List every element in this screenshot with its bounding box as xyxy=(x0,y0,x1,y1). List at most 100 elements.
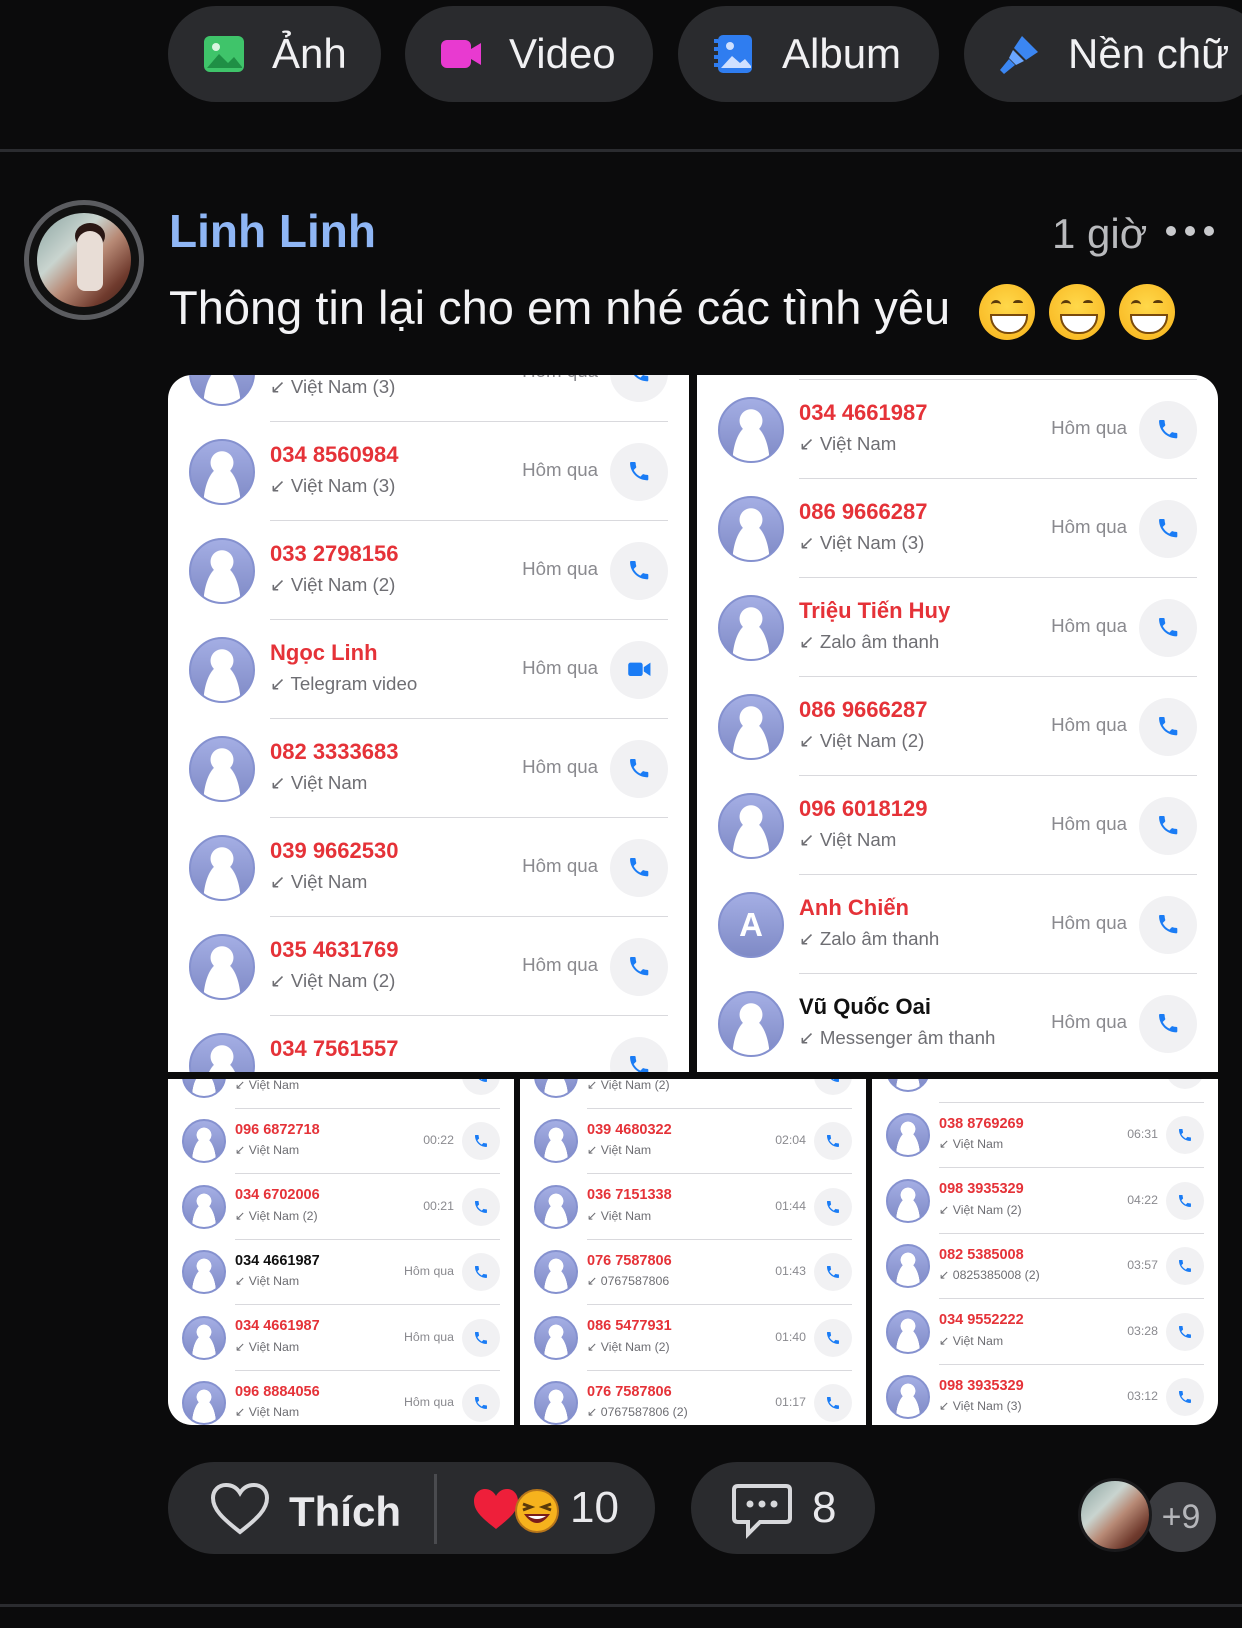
call-log-row[interactable]: 076 7587806 ↙ 0767587806 01:43 xyxy=(520,1240,866,1305)
call-log-screenshot-4[interactable]: ↙ Việt Nam (2) 039 4680322 ↙ Việt Nam 02:04… xyxy=(520,1079,866,1425)
phone-call-button[interactable] xyxy=(462,1384,500,1423)
phone-call-button[interactable] xyxy=(610,1036,668,1072)
call-log-row[interactable] xyxy=(872,1079,1218,1103)
call-detail: ↙ Việt Nam xyxy=(939,1137,1004,1152)
caller-name: 096 6872718 xyxy=(235,1121,320,1138)
call-time: Hôm qua xyxy=(1051,516,1127,538)
more-viewers-badge[interactable]: +9 xyxy=(1146,1482,1216,1552)
phone-icon xyxy=(1179,1391,1191,1404)
phone-call-button[interactable] xyxy=(814,1187,852,1226)
reaction-count[interactable]: 10 xyxy=(570,1483,619,1533)
call-log-row[interactable]: Ngọc Linh ↙ Telegram video Hôm qua xyxy=(168,620,689,719)
phone-call-button[interactable] xyxy=(814,1122,852,1161)
call-log-row[interactable]: 086 9666287 ↙ Việt Nam (3) Hôm qua xyxy=(697,479,1218,578)
call-log-screenshot-1[interactable]: 098 7788121↙ Việt Nam (3)Hôm qua034 8560… xyxy=(168,375,689,1072)
phone-call-button[interactable] xyxy=(610,375,668,402)
photo-chip[interactable]: Ảnh xyxy=(168,6,381,102)
phone-call-button[interactable] xyxy=(814,1318,852,1357)
call-log-row[interactable]: 039 9662530 ↙ Việt Nam Hôm qua xyxy=(168,818,689,917)
caller-name: 039 9662530 xyxy=(270,837,399,863)
contact-avatar xyxy=(534,1250,578,1295)
call-log-row[interactable]: 034 7561557 xyxy=(168,1016,689,1072)
phone-call-button[interactable] xyxy=(462,1318,500,1357)
phone-icon xyxy=(479,1079,487,1082)
phone-call-button[interactable] xyxy=(610,442,668,501)
author-avatar[interactable] xyxy=(24,200,144,320)
call-log-row[interactable]: Triệu Tiến Huy ↙ Zalo âm thanh Hôm qua xyxy=(697,578,1218,677)
call-log-screenshot-2[interactable]: ↙ Việt Nam034 4661987↙ Việt NamHôm qua08… xyxy=(697,375,1218,1072)
phone-call-button[interactable] xyxy=(1139,895,1197,954)
album-chip[interactable]: Album xyxy=(678,6,939,102)
caller-name: 034 7561557 xyxy=(270,1035,399,1061)
call-log-row[interactable]: 033 2798156 ↙ Việt Nam (2) Hôm qua xyxy=(168,521,689,620)
phone-call-button[interactable] xyxy=(1139,598,1197,657)
text-background-chip[interactable]: Nền chữ xyxy=(964,6,1242,102)
phone-call-button[interactable] xyxy=(814,1079,852,1095)
comment-count[interactable]: 8 xyxy=(812,1483,836,1533)
phone-call-button[interactable] xyxy=(814,1384,852,1423)
call-log-row[interactable]: 034 4661987 ↙ Việt Nam Hôm qua xyxy=(697,380,1218,479)
call-time: Hôm qua xyxy=(522,375,598,382)
call-log-row[interactable]: 096 8884056 ↙ Việt Nam Hôm qua xyxy=(168,1371,514,1425)
phone-call-button[interactable] xyxy=(610,541,668,600)
heart-outline-icon[interactable] xyxy=(210,1482,270,1536)
call-log-row[interactable]: Vũ Quốc Oai ↙ Messenger âm thanh Hôm qua xyxy=(697,974,1218,1072)
call-log-row[interactable]: 098 3935329 ↙ Việt Nam (3) 03:12 xyxy=(872,1365,1218,1426)
video-chip[interactable]: Video xyxy=(405,6,653,102)
call-log-row[interactable]: 034 4661987 ↙ Việt Nam Hôm qua xyxy=(168,1240,514,1305)
phone-call-button[interactable] xyxy=(1166,1116,1204,1155)
phone-call-button[interactable] xyxy=(1166,1181,1204,1220)
phone-call-button[interactable] xyxy=(1166,1312,1204,1351)
phone-call-button[interactable] xyxy=(1139,499,1197,558)
phone-call-button[interactable] xyxy=(462,1122,500,1161)
call-log-row[interactable]: ↙ Việt Nam xyxy=(168,1079,514,1109)
call-log-row[interactable]: 086 5477931 ↙ Việt Nam (2) 01:40 xyxy=(520,1305,866,1371)
phone-call-button[interactable] xyxy=(1166,1378,1204,1417)
call-log-row[interactable]: 076 7587806 ↙ 0767587806 (2) 01:17 xyxy=(520,1371,866,1425)
call-log-row[interactable]: 039 4680322 ↙ Việt Nam 02:04 xyxy=(520,1109,866,1174)
more-options-icon[interactable] xyxy=(1166,226,1214,236)
like-button-label[interactable]: Thích xyxy=(289,1488,401,1536)
call-log-row[interactable]: 036 7151338 ↙ Việt Nam 01:44 xyxy=(520,1174,866,1240)
grinning-face-icon xyxy=(1119,283,1176,340)
call-log-row[interactable]: ↙ Việt Nam (2) xyxy=(520,1079,866,1109)
call-log-row[interactable]: 082 3333683 ↙ Việt Nam Hôm qua xyxy=(168,719,689,818)
call-log-screenshot-5[interactable]: 038 8769269 ↙ Việt Nam 06:31 098 3935329 ↙ V… xyxy=(872,1079,1218,1425)
phone-call-button[interactable] xyxy=(610,838,668,897)
call-log-row[interactable]: 098 7788121↙ Việt Nam (3)Hôm qua xyxy=(168,375,689,422)
phone-icon xyxy=(1158,717,1178,736)
phone-call-button[interactable] xyxy=(1166,1247,1204,1286)
call-log-row[interactable]: A Anh Chiến ↙ Zalo âm thanh Hôm qua xyxy=(697,875,1218,974)
call-log-row[interactable]: 034 6702006 ↙ Việt Nam (2) 00:21 xyxy=(168,1174,514,1240)
phone-call-button[interactable] xyxy=(462,1253,500,1292)
call-log-row[interactable]: 098 3935329 ↙ Việt Nam (2) 04:22 xyxy=(872,1168,1218,1234)
call-log-row[interactable]: 035 4631769 ↙ Việt Nam (2) Hôm qua xyxy=(168,917,689,1016)
call-time: Hôm qua xyxy=(404,1329,454,1344)
phone-call-button[interactable] xyxy=(1166,1079,1204,1089)
call-log-row[interactable]: 096 6018129 ↙ Việt Nam Hôm qua xyxy=(697,776,1218,875)
call-log-row[interactable]: 096 6872718 ↙ Việt Nam 00:22 xyxy=(168,1109,514,1174)
phone-call-button[interactable] xyxy=(1139,697,1197,756)
call-log-row[interactable]: 034 9552222 ↙ Việt Nam 03:28 xyxy=(872,1299,1218,1365)
call-log-row[interactable]: 086 9666287 ↙ Việt Nam (2) Hôm qua xyxy=(697,677,1218,776)
viewer-avatar[interactable] xyxy=(1078,1478,1152,1552)
phone-call-button[interactable] xyxy=(1139,400,1197,459)
call-log-row[interactable]: 082 5385008 ↙ 0825385008 (2) 03:57 xyxy=(872,1234,1218,1299)
phone-call-button[interactable] xyxy=(610,739,668,798)
phone-icon xyxy=(1158,915,1178,934)
contact-avatar xyxy=(534,1315,578,1360)
phone-call-button[interactable] xyxy=(814,1253,852,1292)
call-detail: ↙ Việt Nam (2) xyxy=(270,969,396,991)
phone-call-button[interactable] xyxy=(462,1079,500,1095)
call-log-row[interactable]: 034 8560984 ↙ Việt Nam (3) Hôm qua xyxy=(168,422,689,521)
phone-call-button[interactable] xyxy=(610,937,668,996)
phone-icon xyxy=(1179,1325,1191,1338)
call-log-screenshot-3[interactable]: ↙ Việt Nam 096 6872718 ↙ Việt Nam 00:22 034 … xyxy=(168,1079,514,1425)
author-name[interactable]: Linh Linh xyxy=(169,204,376,258)
call-log-row[interactable]: 034 4661987 ↙ Việt Nam Hôm qua xyxy=(168,1305,514,1371)
phone-call-button[interactable] xyxy=(1139,796,1197,855)
phone-call-button[interactable] xyxy=(1139,994,1197,1053)
phone-call-button[interactable] xyxy=(462,1187,500,1226)
call-log-row[interactable]: 038 8769269 ↙ Việt Nam 06:31 xyxy=(872,1103,1218,1168)
video-call-button[interactable] xyxy=(610,640,668,699)
